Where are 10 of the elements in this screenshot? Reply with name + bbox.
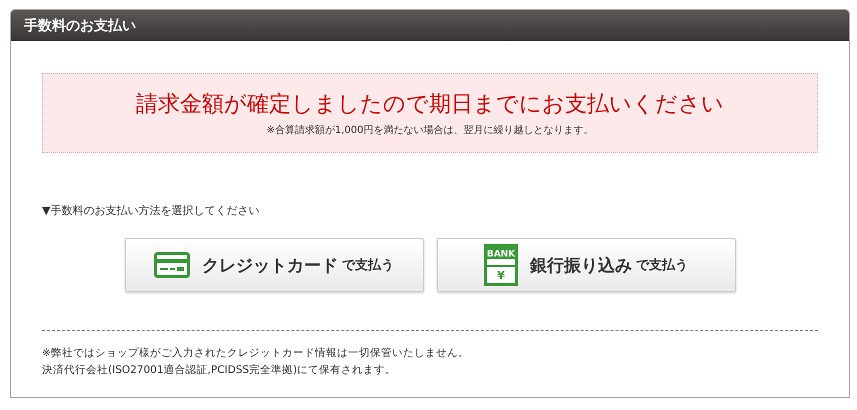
footnote: ※弊社ではショップ様がご入力されたクレジットカード情報は一切保管いたしません。	[42, 346, 470, 361]
bank-icon: BANK ¥	[484, 244, 518, 286]
notice-note: ※合算請求額が1,000円を満たない場合は、翌月に繰り越しとなります。	[266, 124, 594, 137]
panel-title: 手数料のお支払い	[11, 10, 849, 41]
bank-transfer-button[interactable]: BANK ¥ 銀行振り込み で支払う	[436, 238, 736, 292]
credit-card-icon	[154, 252, 190, 278]
method-prompt: ▼手数料のお支払い方法を選択してください	[42, 203, 260, 218]
notice-headline: 請求金額が確定しましたので期日までにお支払いください	[136, 91, 724, 119]
footnote: 決済代行会社(ISO27001適合認証,PCIDSS完全準拠)にて保有されます。	[42, 363, 398, 378]
credit-card-button[interactable]: クレジットカード で支払う	[124, 238, 424, 292]
